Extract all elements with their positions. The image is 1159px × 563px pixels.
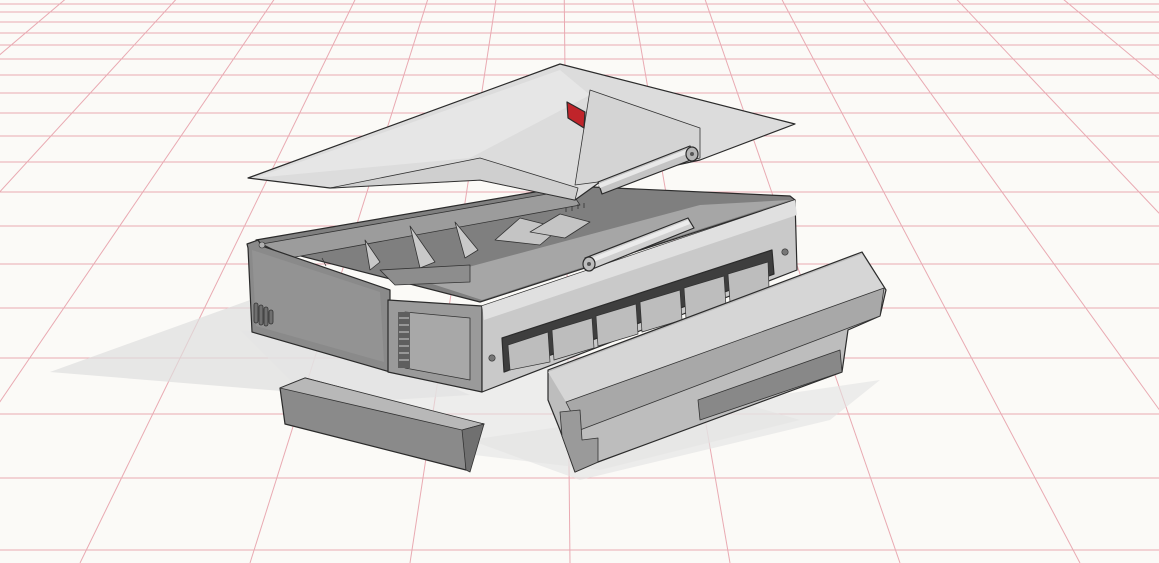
- model-scene: [0, 0, 1159, 563]
- lid[interactable]: [247, 63, 796, 212]
- hinge-slot-strip: [398, 312, 410, 368]
- 3d-viewport[interactable]: [0, 0, 1159, 563]
